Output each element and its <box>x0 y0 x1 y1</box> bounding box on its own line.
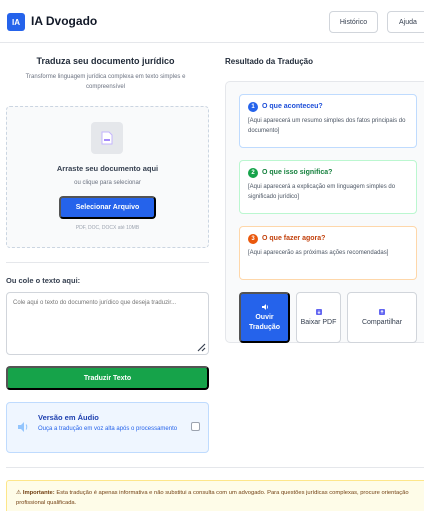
step-number-badge: 3 <box>248 234 258 244</box>
share-icon <box>379 308 385 315</box>
notice-strong: Importante: <box>22 490 55 496</box>
upload-subtitle: Transforme linguagem jurídica complexa e… <box>25 74 186 90</box>
speaker-icon <box>261 303 268 310</box>
audio-description: Ouça a tradução em voz alta após o proce… <box>38 426 178 432</box>
share-button[interactable]: Compartilhar <box>347 292 417 343</box>
document-icon <box>91 122 123 154</box>
audio-option[interactable]: Versão em Áudio Ouça a tradução em voz a… <box>6 402 209 453</box>
translate-text-button[interactable]: Traduzir Texto <box>6 366 209 390</box>
listen-translation-button[interactable]: Ouvir Tradução <box>239 292 290 343</box>
card-body: [Aqui aparecerá a explicação em linguage… <box>248 184 396 200</box>
dropzone-title: Arraste seu documento aqui <box>56 164 159 173</box>
audio-checkbox[interactable] <box>191 422 200 431</box>
card-body: [Aqui aparecerá um resumo simples dos fa… <box>248 118 406 134</box>
listen-label: Ouvir Tradução <box>248 313 281 331</box>
file-formats-hint: PDF, DOC, DOCX até 10MB <box>75 225 140 231</box>
paste-text-input[interactable] <box>6 292 209 355</box>
notice-text: Esta tradução é apenas informativa e não… <box>16 490 409 506</box>
app-title: IA Dvogado <box>31 14 98 28</box>
logo-badge: IA <box>7 13 25 31</box>
file-dropzone[interactable]: Arraste seu documento aqui ou clique par… <box>6 106 209 248</box>
card-title: O que aconteceu? <box>262 103 323 110</box>
warning-icon: ⚠ <box>16 490 22 496</box>
resize-grip-icon[interactable] <box>196 342 206 352</box>
step-number-badge: 2 <box>248 168 258 178</box>
download-pdf-button[interactable]: Baixar PDF <box>296 292 341 343</box>
app-header: IA IA Dvogado Histórico Ajuda <box>0 0 424 43</box>
history-button[interactable]: Histórico <box>329 11 378 33</box>
result-panel: 1 O que aconteceu? [Aqui aparecerá um re… <box>225 81 424 343</box>
dropzone-subtitle: ou clique para selecionar <box>74 180 141 186</box>
paste-label: Ou cole o texto aqui: <box>6 276 81 285</box>
upload-title: Traduza seu documento jurídico <box>36 56 175 66</box>
pdf-label: Baixar PDF <box>300 318 337 326</box>
result-card-meaning: 2 O que isso significa? [Aqui aparecerá … <box>239 160 417 214</box>
result-title: Resultado da Tradução <box>225 57 314 66</box>
section-divider <box>6 262 209 263</box>
audio-title: Versão em Áudio <box>38 413 99 422</box>
share-label: Compartilhar <box>361 318 403 326</box>
footer-divider <box>6 467 424 468</box>
help-button[interactable]: Ajuda <box>387 11 424 33</box>
speaker-icon <box>18 422 28 432</box>
disclaimer-notice: ⚠ Importante: Esta tradução é apenas inf… <box>6 480 424 511</box>
result-card-what-happened: 1 O que aconteceu? [Aqui aparecerá um re… <box>239 94 417 148</box>
card-body: [Aqui aparecerão as próximas ações recom… <box>248 250 389 256</box>
download-icon <box>315 308 322 315</box>
select-file-button[interactable]: Selecionar Arquivo <box>59 196 156 219</box>
step-number-badge: 1 <box>248 102 258 112</box>
card-title: O que fazer agora? <box>262 235 326 242</box>
result-card-next-steps: 3 O que fazer agora? [Aqui aparecerão as… <box>239 226 417 280</box>
card-title: O que isso significa? <box>262 169 333 176</box>
